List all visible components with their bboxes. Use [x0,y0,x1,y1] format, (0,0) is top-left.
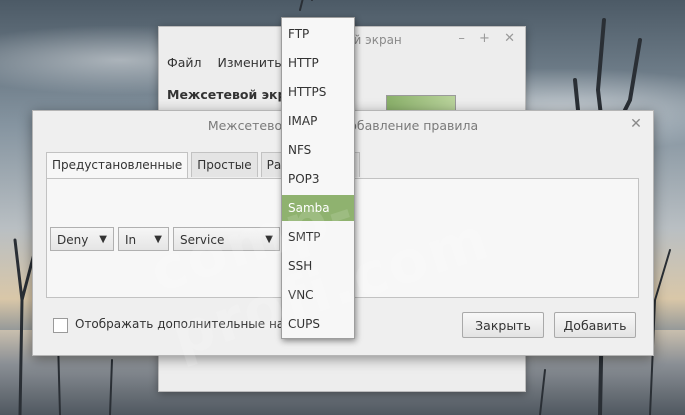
tab-simple[interactable]: Простые [191,152,258,177]
dropdown-item-vnc[interactable]: VNC [282,282,354,308]
chevron-down-icon: ▼ [265,234,273,245]
dropdown-item-ftp[interactable]: FTP [282,21,354,47]
close-button[interactable]: Закрыть [462,312,544,338]
category-select[interactable]: Service ▼ [173,227,280,251]
tab-preconfigured[interactable]: Предустановленные [46,152,189,179]
menu-file[interactable]: Файл [167,55,202,70]
direction-value: In [125,233,137,247]
close-icon[interactable]: ✕ [629,117,643,131]
window-controls: – + ✕ [448,31,515,46]
minimize-icon[interactable]: – [458,31,465,46]
menu-edit[interactable]: Изменить [218,55,282,70]
dropdown-item-https[interactable]: HTTPS [282,79,354,105]
maximize-icon[interactable]: + [479,31,490,46]
close-icon[interactable]: ✕ [504,31,515,46]
policy-value: Deny [57,233,89,247]
dropdown-item-nfs[interactable]: NFS [282,137,354,163]
dropdown-item-samba[interactable]: Samba [282,195,354,221]
dropdown-item-http[interactable]: HTTP [282,50,354,76]
dropdown-item-cups[interactable]: CUPS [282,311,354,337]
menu-bar: Файл Изменить [167,55,294,70]
add-button[interactable]: Добавить [554,312,636,338]
dropdown-item-imap[interactable]: IMAP [282,108,354,134]
chevron-down-icon: ▼ [99,234,107,245]
direction-select[interactable]: In ▼ [118,227,169,251]
service-dropdown-list: FTP HTTP HTTPS IMAP NFS POP3 Samba SMTP … [281,17,355,339]
policy-select[interactable]: Deny ▼ [50,227,114,251]
category-value: Service [180,233,225,247]
dropdown-item-ssh[interactable]: SSH [282,253,354,279]
chevron-down-icon: ▼ [154,234,162,245]
dropdown-item-smtp[interactable]: SMTP [282,224,354,250]
show-extra-settings-checkbox[interactable] [53,318,68,333]
dropdown-item-pop3[interactable]: POP3 [282,166,354,192]
